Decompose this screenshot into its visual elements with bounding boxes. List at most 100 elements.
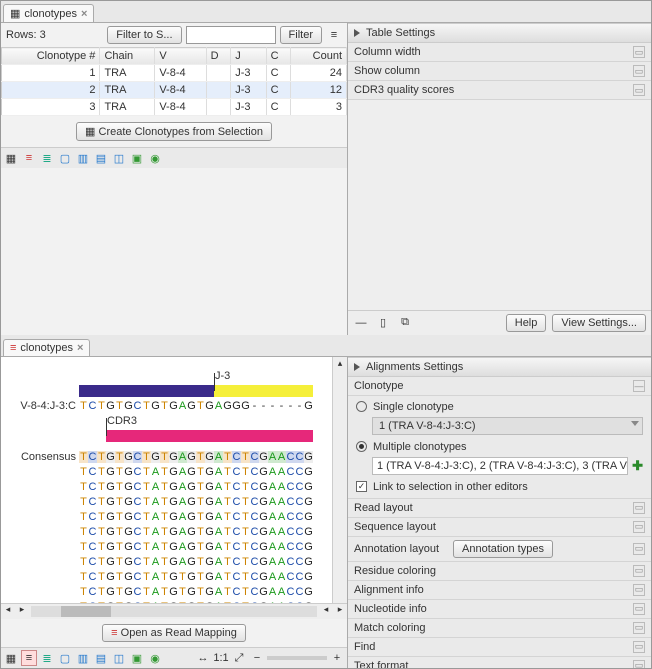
single-clonotype-label: Single clonotype — [373, 401, 454, 413]
expand-icon[interactable]: ▭ — [633, 65, 645, 77]
settings-row-label: Text format — [354, 660, 408, 669]
table-row[interactable]: 2TRAV-8-4J-3C12 — [2, 82, 347, 99]
scatter-icon[interactable]: ◫ — [111, 150, 127, 166]
multiple-clonotypes-label: Multiple clonotypes — [373, 441, 467, 453]
settings-row[interactable]: Text format ▭ — [348, 657, 651, 669]
top-tabbar: ▦ clonotypes × — [1, 1, 651, 23]
heatmap-icon[interactable]: ▣ — [129, 150, 145, 166]
settings-row[interactable]: Match coloring▭ — [348, 619, 651, 638]
col-j[interactable]: J — [231, 48, 266, 65]
scatter-icon[interactable]: ◫ — [111, 650, 127, 666]
expand-icon[interactable]: ▭ — [633, 622, 645, 634]
col-count[interactable]: Count — [291, 48, 347, 65]
barchart-icon[interactable]: ▥ — [75, 650, 91, 666]
collapse-icon[interactable]: — — [633, 380, 645, 392]
fit-width-icon[interactable]: ↔ — [195, 650, 211, 666]
col-chain[interactable]: Chain — [100, 48, 155, 65]
annotation-types-button[interactable]: Annotation types — [453, 540, 553, 558]
grid-icon[interactable]: ▦ — [3, 150, 19, 166]
open-read-mapping-button[interactable]: ≡ Open as Read Mapping — [102, 624, 246, 642]
close-icon[interactable]: × — [77, 342, 83, 354]
chart-icon[interactable]: ▢ — [57, 150, 73, 166]
expand-icon[interactable]: ▭ — [633, 46, 645, 58]
settings-row[interactable]: Alignment info ▭ — [348, 581, 651, 600]
alignments-settings-title: Alignments Settings — [366, 361, 463, 373]
link-selection-checkbox[interactable]: ✓ — [356, 481, 367, 492]
copy-icon[interactable]: ⧉ — [397, 315, 413, 331]
heatmap-icon[interactable]: ▣ — [129, 650, 145, 666]
zoom-out-icon[interactable]: − — [249, 650, 265, 666]
expand-icon[interactable]: ▭ — [633, 641, 645, 653]
sequence-icon[interactable]: ≡ — [21, 650, 37, 666]
settings-row-label: Column width — [354, 46, 421, 58]
h-scrollbar[interactable]: ◂ ▸ ◂ ▸ — [1, 603, 347, 619]
align-icon[interactable]: ≣ — [39, 150, 55, 166]
annotation-layout-label: Annotation layout — [354, 543, 439, 555]
zoom-11-icon[interactable]: 1:1 — [213, 650, 229, 666]
settings-row[interactable]: Nucleotide info▭ — [348, 600, 651, 619]
zoom-slider[interactable] — [267, 656, 327, 660]
col-c[interactable]: C — [266, 48, 291, 65]
tab-clonotypes-bottom[interactable]: ≡ clonotypes × — [3, 339, 90, 356]
create-clonotypes-button[interactable]: ▦ Create Clonotypes from Selection — [76, 122, 272, 141]
alignment-view[interactable]: ▴ J-3V-8-4:J-3:CTCTGTGCTGTGAGTGAGGG-----… — [1, 357, 347, 604]
col-clonotype[interactable]: Clonotype # — [2, 48, 100, 65]
align-icon[interactable]: ≣ — [39, 650, 55, 666]
alignments-settings-header[interactable]: Alignments Settings — [348, 357, 651, 377]
settings-row[interactable]: Show column▭ — [348, 62, 651, 81]
expand-icon[interactable]: ▭ — [633, 584, 645, 596]
multiple-clonotypes-radio[interactable] — [356, 441, 367, 452]
chevron-down-icon — [631, 421, 639, 426]
add-clonotype-icon[interactable]: ✚ — [632, 458, 643, 474]
expand-icon[interactable]: ▭ — [633, 84, 645, 96]
barchart2-icon[interactable]: ▤ — [93, 650, 109, 666]
col-v[interactable]: V — [155, 48, 206, 65]
settings-row[interactable]: Find▭ — [348, 638, 651, 657]
single-clonotype-radio[interactable] — [356, 401, 367, 412]
table-icon: ▦ — [10, 7, 20, 20]
table-settings-header[interactable]: Table Settings — [348, 23, 651, 43]
tab-clonotypes-top[interactable]: ▦ clonotypes × — [3, 4, 94, 22]
alignment-icon: ≡ — [111, 627, 117, 639]
collapse-icon[interactable]: — — [353, 315, 369, 331]
multiple-clonotypes-input[interactable]: 1 (TRA V-8-4:J-3:C), 2 (TRA V-8-4:J-3:C)… — [372, 457, 628, 475]
settings-row[interactable]: Read layout▭ — [348, 499, 651, 518]
expand-icon[interactable]: ▭ — [633, 565, 645, 577]
view-settings-button[interactable]: View Settings... — [552, 314, 646, 332]
single-clonotype-combo: 1 (TRA V-8-4:J-3:C) — [372, 417, 643, 435]
col-d[interactable]: D — [206, 48, 231, 65]
venn-icon[interactable]: ◉ — [147, 650, 163, 666]
v-scrollbar[interactable]: ▴ — [332, 357, 347, 604]
chart-icon[interactable]: ▢ — [57, 650, 73, 666]
table-row[interactable]: 1TRAV-8-4J-3C24 — [2, 65, 347, 82]
barchart-icon[interactable]: ▥ — [75, 150, 91, 166]
barchart2-icon[interactable]: ▤ — [93, 150, 109, 166]
expand-icon[interactable]: ▭ — [633, 521, 645, 533]
link-selection-label: Link to selection in other editors — [373, 481, 528, 493]
clonotype-section[interactable]: Clonotype — — [348, 377, 651, 396]
expand-icon[interactable]: ▭ — [633, 502, 645, 514]
close-icon[interactable]: × — [81, 8, 87, 20]
expand-icon[interactable]: ▭ — [633, 543, 645, 555]
filter-input[interactable] — [186, 26, 276, 44]
annotation-layout-row[interactable]: Annotation layout Annotation types ▭ — [348, 537, 651, 562]
settings-row[interactable]: Column width ▭ — [348, 43, 651, 62]
sequence-icon[interactable]: ≡ — [21, 150, 37, 166]
help-button[interactable]: Help — [506, 314, 547, 332]
doc-icon[interactable]: ▯ — [375, 315, 391, 331]
settings-row-label: Alignment info — [354, 584, 424, 596]
zoom-in-icon[interactable]: + — [329, 650, 345, 666]
expand-icon[interactable]: ▭ — [633, 660, 645, 669]
venn-icon[interactable]: ◉ — [147, 150, 163, 166]
expand-icon[interactable]: ▭ — [633, 603, 645, 615]
settings-row[interactable]: Residue coloring▭ — [348, 562, 651, 581]
filter-button[interactable]: Filter — [280, 26, 322, 44]
grid-icon[interactable]: ▦ — [3, 650, 19, 666]
filter-to-selection-button[interactable]: Filter to S... — [107, 26, 181, 44]
settings-row[interactable]: CDR3 quality scores▭ — [348, 81, 651, 100]
zoom-fit-icon[interactable]: ⤢ — [231, 650, 247, 666]
settings-row[interactable]: Sequence layout ▭ — [348, 518, 651, 537]
settings-row-label: Sequence layout — [354, 521, 436, 533]
filter-menu-icon[interactable]: ≡ — [326, 27, 342, 43]
table-row[interactable]: 3TRAV-8-4J-3C3 — [2, 99, 347, 116]
